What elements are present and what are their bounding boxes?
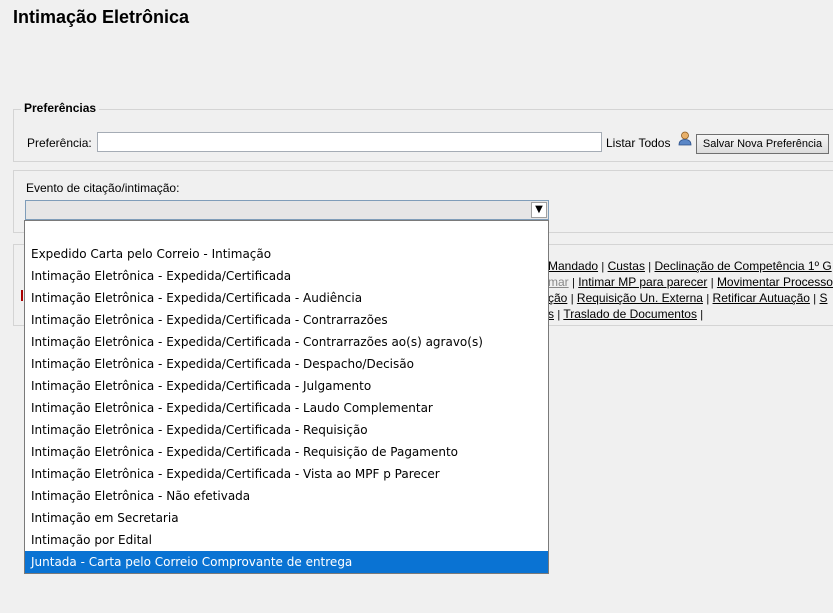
event-label: Evento de citação/intimação: (26, 181, 180, 195)
action-custas[interactable]: Custas (608, 259, 645, 273)
separator: | (648, 261, 652, 273)
chevron-down-icon[interactable]: ▼ (531, 202, 547, 218)
dropdown-option[interactable]: Intimação Eletrônica - Expedida/Certific… (25, 419, 548, 441)
preference-input[interactable] (97, 132, 602, 152)
action-retificar-autuacao[interactable]: Retificar Autuação (713, 291, 810, 305)
separator: | (601, 261, 605, 273)
action-disabled: mar (548, 275, 569, 289)
dropdown-option[interactable]: Intimação Eletrônica - Expedida/Certific… (25, 463, 548, 485)
action-intimar-mp[interactable]: Intimar MP para parecer (578, 275, 707, 289)
separator: | (813, 293, 817, 305)
action-declinacao[interactable]: Declinação de Competência 1º G (655, 259, 832, 273)
dropdown-option[interactable] (25, 221, 548, 243)
preferences-legend: Preferências (21, 101, 100, 115)
dropdown-option[interactable]: Intimação Eletrônica - Expedida/Certific… (25, 441, 548, 463)
required-marker (21, 290, 23, 301)
event-select[interactable]: ▼ (25, 200, 549, 220)
save-preference-button[interactable]: Salvar Nova Preferência (696, 134, 829, 154)
dropdown-option[interactable]: Expedido Carta pelo Correio - Intimação (25, 243, 548, 265)
actions-row-3: ção | Requisição Un. Externa | Retificar… (548, 291, 833, 307)
dropdown-option[interactable]: Intimação Eletrônica - Expedida/Certific… (25, 309, 548, 331)
separator: | (572, 277, 575, 289)
actions-row-2: mar | Intimar MP para parecer | Moviment… (548, 275, 833, 291)
separator: | (557, 309, 561, 321)
event-dropdown-list[interactable]: Expedido Carta pelo Correio - Intimação I… (24, 220, 549, 574)
dropdown-option[interactable]: Intimação Eletrônica - Expedida/Certific… (25, 287, 548, 309)
action-partial-2[interactable]: S (819, 291, 827, 305)
separator: | (570, 293, 574, 305)
dropdown-option[interactable]: Intimação Eletrônica - Expedida/Certific… (25, 397, 548, 419)
actions-links: Mandado | Custas | Declinação de Competê… (548, 259, 833, 323)
separator: | (706, 293, 710, 305)
dropdown-option[interactable]: Intimação Eletrônica - Expedida/Certific… (25, 265, 548, 287)
actions-row-1: Mandado | Custas | Declinação de Competê… (548, 259, 833, 275)
separator: | (710, 277, 714, 289)
action-traslado[interactable]: Traslado de Documentos (563, 307, 697, 321)
dropdown-option[interactable]: Intimação Eletrônica - Expedida/Certific… (25, 353, 548, 375)
action-movimentar[interactable]: Movimentar Processo (717, 275, 833, 289)
action-partial-1[interactable]: ção (548, 291, 567, 305)
dropdown-option[interactable]: Juntada - Carta pelo Correio Comprovante… (25, 551, 548, 573)
actions-row-4: s | Traslado de Documentos | (548, 307, 833, 323)
dropdown-option[interactable]: Intimação Eletrônica - Expedida/Certific… (25, 331, 548, 353)
dropdown-option[interactable]: Intimação em Secretaria (25, 507, 548, 529)
separator: | (700, 309, 704, 321)
action-mandado[interactable]: Mandado (548, 259, 598, 273)
page-title: Intimação Eletrônica (13, 7, 190, 27)
dropdown-option[interactable]: Intimação Eletrônica - Expedida/Certific… (25, 375, 548, 397)
user-icon[interactable] (678, 131, 692, 146)
preference-label: Preferência: (27, 136, 92, 150)
list-all-link[interactable]: Listar Todos (606, 136, 670, 150)
action-requisicao-externa[interactable]: Requisição Un. Externa (577, 291, 703, 305)
dropdown-option[interactable]: Intimação por Edital (25, 529, 548, 551)
dropdown-option[interactable]: Intimação Eletrônica - Não efetivada (25, 485, 548, 507)
